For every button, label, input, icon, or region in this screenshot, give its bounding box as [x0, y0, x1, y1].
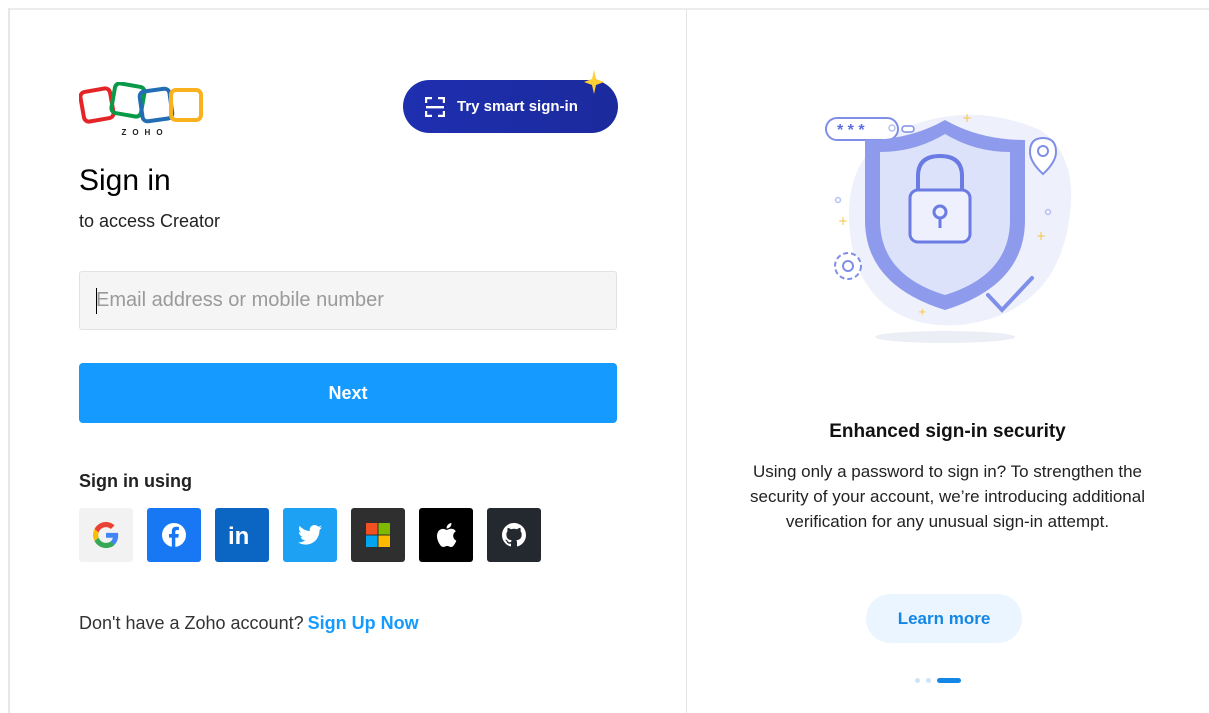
social-signin-row: in: [79, 508, 541, 562]
svg-text:+: +: [838, 214, 848, 228]
twitter-signin-button[interactable]: [283, 508, 337, 562]
security-shield-illustration: * * * + + + +: [825, 111, 1072, 343]
svg-text:+: +: [1036, 229, 1046, 243]
twitter-icon: [298, 525, 322, 545]
apple-signin-button[interactable]: [419, 508, 473, 562]
learn-more-button[interactable]: Learn more: [866, 594, 1022, 643]
signin-using-label: Sign in using: [79, 471, 192, 491]
svg-text:* * *: * * *: [837, 122, 865, 139]
signup-prompt-text: Don't have a Zoho account?: [79, 613, 304, 633]
facebook-icon: [162, 523, 186, 547]
promo-title: Enhanced sign-in security: [829, 421, 1066, 442]
svg-text:in: in: [228, 523, 249, 548]
google-icon: [93, 522, 119, 548]
email-input[interactable]: [79, 271, 617, 330]
zoho-logo-icon: [78, 81, 203, 124]
carousel-dot[interactable]: [915, 678, 920, 683]
text-caret: [96, 288, 97, 314]
github-icon: [502, 523, 526, 547]
zoho-logo: ZOHO: [78, 81, 205, 138]
qr-scan-icon: [425, 96, 445, 117]
smart-signin-label: Try smart sign-in: [457, 98, 578, 115]
svg-text:+: +: [918, 307, 926, 318]
frame-border-top: [8, 8, 1209, 10]
linkedin-icon: in: [228, 523, 249, 548]
carousel-dot[interactable]: [926, 678, 931, 683]
microsoft-icon: [366, 523, 390, 547]
logo-wordmark: ZOHO: [121, 128, 169, 137]
github-signin-button[interactable]: [487, 508, 541, 562]
frame-border-left: [8, 8, 10, 713]
carousel-indicator: [915, 678, 961, 683]
next-button[interactable]: Next: [79, 363, 617, 423]
carousel-dot-active[interactable]: [937, 678, 961, 683]
microsoft-signin-button[interactable]: [351, 508, 405, 562]
google-signin-button[interactable]: [79, 508, 133, 562]
apple-icon: [437, 523, 457, 548]
linkedin-signin-button[interactable]: in: [215, 508, 269, 562]
signup-prompt-line: Don't have a Zoho account? Sign Up Now: [79, 613, 419, 634]
sparkle-icon: [584, 70, 604, 94]
panel-divider: [686, 10, 687, 713]
signin-page: ZOHO Try smart sign-in Sign in to access…: [0, 0, 1209, 713]
svg-text:+: +: [962, 111, 972, 125]
signup-now-link[interactable]: Sign Up Now: [308, 613, 419, 633]
facebook-signin-button[interactable]: [147, 508, 201, 562]
page-title: Sign in: [79, 164, 171, 197]
promo-description: Using only a password to sign in? To str…: [750, 462, 1145, 531]
page-subtitle: to access Creator: [79, 211, 221, 231]
